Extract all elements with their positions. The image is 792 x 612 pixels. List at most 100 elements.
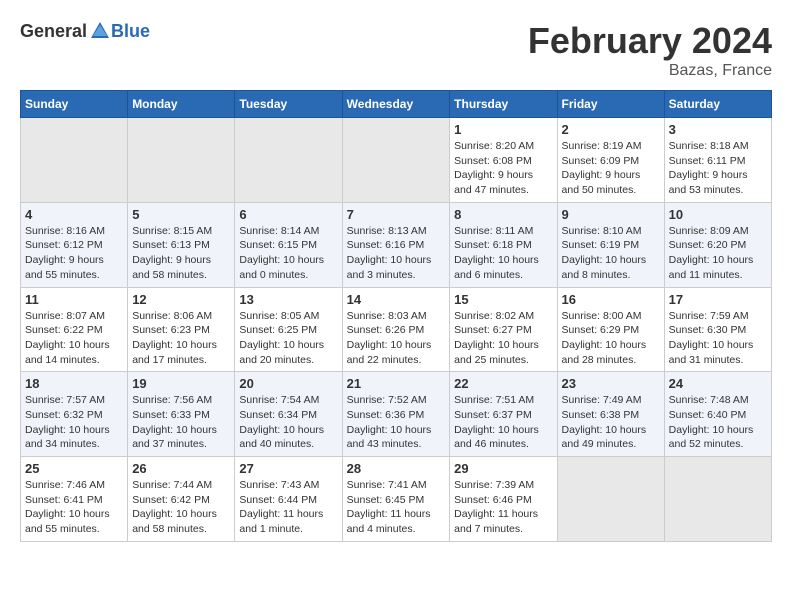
calendar-cell: 19Sunrise: 7:56 AM Sunset: 6:33 PM Dayli… — [128, 372, 235, 457]
day-number: 4 — [25, 207, 123, 222]
day-number: 27 — [239, 461, 337, 476]
day-info: Sunrise: 7:52 AM Sunset: 6:36 PM Dayligh… — [347, 393, 446, 452]
day-number: 7 — [347, 207, 446, 222]
calendar-cell: 11 Sunrise: 8:07 AM Sunset: 6:22 PM Dayli… — [21, 287, 128, 372]
calendar-cell — [128, 118, 235, 203]
day-number: 2 — [562, 122, 660, 137]
day-info: Sunrise: 7:59 AM Sunset: 6:30 PM Dayligh… — [669, 309, 767, 368]
day-info: Sunrise: 8:05 AM Sunset: 6:25 PM Dayligh… — [239, 309, 337, 368]
calendar-cell — [342, 118, 450, 203]
day-number: 22 — [454, 376, 552, 391]
calendar-cell: 15 Sunrise: 8:02 AM Sunset: 6:27 PM Dayli… — [450, 287, 557, 372]
calendar-cell: 2 Sunrise: 8:19 AM Sunset: 6:09 PM Daylig… — [557, 118, 664, 203]
header-wednesday: Wednesday — [342, 91, 450, 118]
header-friday: Friday — [557, 91, 664, 118]
calendar-cell — [557, 457, 664, 542]
day-info: Sunrise: 7:41 AM Sunset: 6:45 PM Dayligh… — [347, 478, 446, 537]
calendar-cell: 1 Sunrise: 8:20 AM Sunset: 6:08 PM Daylig… — [450, 118, 557, 203]
calendar-week-row: 25 Sunrise: 7:46 AM Sunset: 6:41 PM Dayli… — [21, 457, 772, 542]
calendar-cell: 7Sunrise: 8:13 AM Sunset: 6:16 PM Daylig… — [342, 202, 450, 287]
day-info: Sunrise: 7:43 AM Sunset: 6:44 PM Dayligh… — [239, 478, 337, 537]
day-info: Sunrise: 8:16 AM Sunset: 6:12 PM Dayligh… — [25, 224, 123, 283]
day-number: 8 — [454, 207, 552, 222]
day-number: 24 — [669, 376, 767, 391]
calendar-cell: 28 Sunrise: 7:41 AM Sunset: 6:45 PM Dayli… — [342, 457, 450, 542]
header-saturday: Saturday — [664, 91, 771, 118]
calendar-cell: 5 Sunrise: 8:15 AM Sunset: 6:13 PM Daylig… — [128, 202, 235, 287]
calendar-cell: 21 Sunrise: 7:52 AM Sunset: 6:36 PM Dayli… — [342, 372, 450, 457]
calendar-cell: 4 Sunrise: 8:16 AM Sunset: 6:12 PM Daylig… — [21, 202, 128, 287]
day-info: Sunrise: 8:07 AM Sunset: 6:22 PM Dayligh… — [25, 309, 123, 368]
day-number: 13 — [239, 292, 337, 307]
day-info: Sunrise: 8:11 AM Sunset: 6:18 PM Dayligh… — [454, 224, 552, 283]
day-info: Sunrise: 7:39 AM Sunset: 6:46 PM Dayligh… — [454, 478, 552, 537]
header-monday: Monday — [128, 91, 235, 118]
header-sunday: Sunday — [21, 91, 128, 118]
calendar-cell: 23Sunrise: 7:49 AM Sunset: 6:38 PM Dayli… — [557, 372, 664, 457]
calendar-cell: 8 Sunrise: 8:11 AM Sunset: 6:18 PM Daylig… — [450, 202, 557, 287]
day-info: Sunrise: 7:56 AM Sunset: 6:33 PM Dayligh… — [132, 393, 230, 452]
calendar-cell: 9 Sunrise: 8:10 AM Sunset: 6:19 PM Daylig… — [557, 202, 664, 287]
logo-general: General — [20, 21, 87, 42]
day-number: 11 — [25, 292, 123, 307]
day-number: 18 — [25, 376, 123, 391]
day-number: 3 — [669, 122, 767, 137]
calendar-cell: 13 Sunrise: 8:05 AM Sunset: 6:25 PM Dayli… — [235, 287, 342, 372]
day-info: Sunrise: 8:18 AM Sunset: 6:11 PM Dayligh… — [669, 139, 767, 198]
day-number: 12 — [132, 292, 230, 307]
day-number: 17 — [669, 292, 767, 307]
logo: General Blue — [20, 20, 150, 42]
day-info: Sunrise: 7:51 AM Sunset: 6:37 PM Dayligh… — [454, 393, 552, 452]
header-tuesday: Tuesday — [235, 91, 342, 118]
day-info: Sunrise: 8:15 AM Sunset: 6:13 PM Dayligh… — [132, 224, 230, 283]
calendar-cell: 16 Sunrise: 8:00 AM Sunset: 6:29 PM Dayli… — [557, 287, 664, 372]
page-header: General Blue February 2024 Bazas, France — [20, 20, 772, 80]
calendar-week-row: 18 Sunrise: 7:57 AM Sunset: 6:32 PM Dayli… — [21, 372, 772, 457]
day-number: 15 — [454, 292, 552, 307]
header-thursday: Thursday — [450, 91, 557, 118]
calendar-cell — [235, 118, 342, 203]
calendar-table: SundayMondayTuesdayWednesdayThursdayFrid… — [20, 90, 772, 542]
day-number: 14 — [347, 292, 446, 307]
day-number: 9 — [562, 207, 660, 222]
day-info: Sunrise: 8:02 AM Sunset: 6:27 PM Dayligh… — [454, 309, 552, 368]
day-number: 28 — [347, 461, 446, 476]
day-info: Sunrise: 8:03 AM Sunset: 6:26 PM Dayligh… — [347, 309, 446, 368]
day-info: Sunrise: 8:14 AM Sunset: 6:15 PM Dayligh… — [239, 224, 337, 283]
day-info: Sunrise: 7:48 AM Sunset: 6:40 PM Dayligh… — [669, 393, 767, 452]
day-number: 21 — [347, 376, 446, 391]
day-number: 29 — [454, 461, 552, 476]
day-number: 25 — [25, 461, 123, 476]
calendar-cell: 24 Sunrise: 7:48 AM Sunset: 6:40 PM Dayli… — [664, 372, 771, 457]
calendar-cell: 14 Sunrise: 8:03 AM Sunset: 6:26 PM Dayli… — [342, 287, 450, 372]
calendar-week-row: 4 Sunrise: 8:16 AM Sunset: 6:12 PM Daylig… — [21, 202, 772, 287]
day-info: Sunrise: 8:00 AM Sunset: 6:29 PM Dayligh… — [562, 309, 660, 368]
day-number: 1 — [454, 122, 552, 137]
day-info: Sunrise: 7:44 AM Sunset: 6:42 PM Dayligh… — [132, 478, 230, 537]
day-info: Sunrise: 7:49 AM Sunset: 6:38 PM Dayligh… — [562, 393, 660, 452]
day-info: Sunrise: 8:19 AM Sunset: 6:09 PM Dayligh… — [562, 139, 660, 198]
calendar-week-row: 1 Sunrise: 8:20 AM Sunset: 6:08 PM Daylig… — [21, 118, 772, 203]
calendar-cell: 25 Sunrise: 7:46 AM Sunset: 6:41 PM Dayli… — [21, 457, 128, 542]
day-number: 16 — [562, 292, 660, 307]
day-number: 26 — [132, 461, 230, 476]
calendar-cell — [21, 118, 128, 203]
calendar-cell: 18 Sunrise: 7:57 AM Sunset: 6:32 PM Dayli… — [21, 372, 128, 457]
day-info: Sunrise: 7:54 AM Sunset: 6:34 PM Dayligh… — [239, 393, 337, 452]
calendar-cell — [664, 457, 771, 542]
day-info: Sunrise: 7:46 AM Sunset: 6:41 PM Dayligh… — [25, 478, 123, 537]
day-number: 5 — [132, 207, 230, 222]
calendar-cell: 27 Sunrise: 7:43 AM Sunset: 6:44 PM Dayli… — [235, 457, 342, 542]
title-area: February 2024 Bazas, France — [528, 20, 772, 80]
day-number: 10 — [669, 207, 767, 222]
calendar-week-row: 11 Sunrise: 8:07 AM Sunset: 6:22 PM Dayli… — [21, 287, 772, 372]
calendar-cell: 3 Sunrise: 8:18 AM Sunset: 6:11 PM Daylig… — [664, 118, 771, 203]
day-info: Sunrise: 8:20 AM Sunset: 6:08 PM Dayligh… — [454, 139, 552, 198]
subtitle: Bazas, France — [528, 62, 772, 80]
calendar-cell: 29 Sunrise: 7:39 AM Sunset: 6:46 PM Dayli… — [450, 457, 557, 542]
day-info: Sunrise: 8:09 AM Sunset: 6:20 PM Dayligh… — [669, 224, 767, 283]
day-info: Sunrise: 7:57 AM Sunset: 6:32 PM Dayligh… — [25, 393, 123, 452]
day-info: Sunrise: 8:10 AM Sunset: 6:19 PM Dayligh… — [562, 224, 660, 283]
logo-icon — [89, 20, 111, 42]
day-info: Sunrise: 8:06 AM Sunset: 6:23 PM Dayligh… — [132, 309, 230, 368]
